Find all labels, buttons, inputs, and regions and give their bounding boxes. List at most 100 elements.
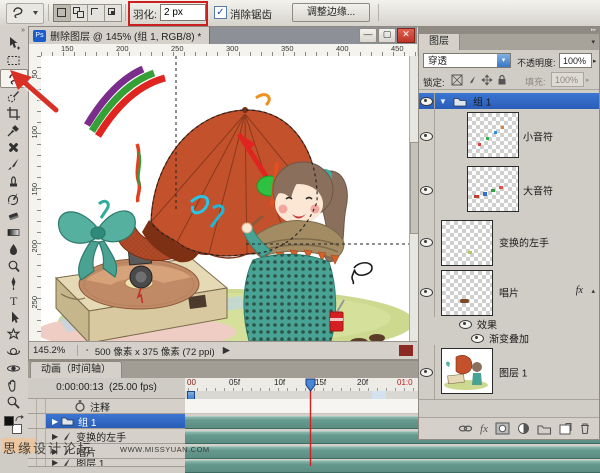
ruler-label: 150 [61, 44, 74, 53]
tool-pen[interactable] [0, 275, 26, 292]
zoom-level[interactable]: 145.2% [29, 345, 78, 356]
layer-thumbnail[interactable] [441, 220, 493, 266]
lock-all-icon[interactable] [496, 74, 508, 86]
layer-style-icon[interactable]: fx [480, 423, 488, 435]
tool-brush[interactable] [0, 156, 26, 173]
feather-highlight-box [128, 1, 208, 26]
eye-icon[interactable] [420, 186, 433, 195]
visibility-toggle[interactable] [419, 163, 435, 217]
timeline-row-comments[interactable]: 注释 [28, 399, 185, 414]
tool-3d-rotate[interactable] [0, 343, 26, 360]
document-tab-bar: Ps 删除图层 @ 145% (组 1, RGB/8) * — ▢ ✕ [29, 27, 417, 44]
opacity-value-box[interactable]: 100% [559, 53, 592, 68]
lock-pixels-icon[interactable] [466, 74, 478, 86]
eye-icon[interactable] [420, 238, 433, 247]
visibility-toggle[interactable] [419, 345, 435, 399]
blend-mode-select[interactable]: 穿透▾ [423, 53, 511, 68]
expand-triangle-icon[interactable]: ▶ [52, 417, 58, 426]
eye-icon[interactable] [420, 132, 433, 141]
timeline-row-label: 组 1 [78, 414, 96, 429]
expand-triangle-icon[interactable]: ▶ [52, 459, 58, 467]
collapse-triangle-icon[interactable]: ▼ [439, 97, 447, 106]
eye-icon[interactable] [420, 288, 433, 297]
layers-tab[interactable]: 图层 [419, 34, 460, 50]
mode-new-selection-button[interactable] [53, 4, 71, 22]
mode-add-selection-button[interactable] [70, 4, 88, 22]
duration-bar-layer1[interactable] [185, 460, 600, 473]
panel-menu-icon[interactable]: ▾ [591, 38, 595, 46]
canvas[interactable] [41, 56, 409, 341]
maximize-button[interactable]: ▢ [378, 28, 396, 43]
mode-intersect-selection-button[interactable] [104, 4, 122, 22]
eye-icon[interactable] [420, 97, 433, 106]
document-tab[interactable]: Ps 删除图层 @ 145% (组 1, RGB/8) * [29, 27, 210, 44]
tool-blur[interactable] [0, 241, 26, 258]
tool-zoom[interactable] [0, 394, 26, 411]
opacity-arrow-icon[interactable]: ▸ [593, 57, 597, 65]
swap-colors-icon[interactable] [15, 414, 25, 423]
tool-hand[interactable] [0, 377, 26, 394]
lock-position-icon[interactable] [481, 74, 493, 86]
playhead[interactable] [304, 378, 317, 466]
layer-thumbnail[interactable] [467, 112, 519, 158]
timeline-row-layer1[interactable]: ▶ 图层 1 [28, 459, 185, 467]
tool-clone-stamp[interactable] [0, 173, 26, 190]
ruler-label: 200 [116, 44, 129, 53]
panel-dock-header[interactable]: ▸▸ [419, 27, 599, 34]
layer-row-layer1[interactable]: 图层 1 [419, 345, 599, 400]
minimize-button[interactable]: — [359, 28, 377, 43]
tool-3d-orbit[interactable] [0, 360, 26, 377]
select-arrow-icon[interactable]: ▾ [497, 54, 510, 67]
visibility-toggle[interactable] [419, 109, 435, 163]
timeline-tab[interactable]: 动画（时间轴） [30, 361, 122, 378]
layer-thumbnail[interactable] [467, 166, 519, 212]
layer-thumbnail[interactable] [441, 270, 493, 316]
ruler-label: 450 [391, 44, 404, 53]
visibility-toggle[interactable] [419, 93, 435, 109]
layer-fx-badge[interactable]: fx [576, 285, 583, 296]
eye-icon[interactable] [420, 368, 433, 377]
lasso-tool-preset[interactable] [6, 3, 44, 24]
new-group-icon[interactable] [537, 423, 552, 435]
tool-eraser[interactable] [0, 207, 26, 224]
tool-rectangular-marquee[interactable] [0, 52, 26, 69]
adjustment-layer-icon[interactable] [517, 422, 530, 435]
timecode-value[interactable]: 0:00:00:13 [56, 382, 103, 393]
tool-path-selection[interactable] [0, 309, 26, 326]
layer-row-group1[interactable]: ▼ 组 1 [419, 93, 599, 110]
vertical-scrollbar[interactable] [409, 56, 418, 341]
tool-gradient[interactable] [0, 224, 26, 241]
layer-row-record[interactable]: 唱片 fx ▴ [419, 267, 599, 318]
color-swatches[interactable] [4, 416, 22, 434]
mode-subtract-selection-button[interactable] [87, 4, 105, 22]
layer-row-gradient-overlay[interactable]: 渐变叠加 [419, 331, 599, 346]
layer-thumbnail[interactable] [441, 348, 493, 394]
stopwatch-icon[interactable] [74, 400, 86, 412]
antialias-checkbox[interactable]: ✓ [214, 6, 227, 19]
tool-history-brush[interactable] [0, 190, 26, 207]
status-arrow-icon[interactable]: ▶ [223, 345, 230, 356]
close-button[interactable]: ✕ [397, 28, 415, 43]
visibility-toggle[interactable] [419, 267, 435, 317]
visibility-toggle[interactable] [419, 217, 435, 267]
new-layer-icon[interactable] [559, 423, 572, 435]
tool-move[interactable] [0, 35, 26, 52]
link-layers-icon[interactable] [458, 422, 473, 435]
tool-spot-healing-brush[interactable] [0, 139, 26, 156]
layer-mask-icon[interactable] [495, 422, 510, 435]
tool-custom-shape[interactable] [0, 326, 26, 343]
layer-row-dayinfu[interactable]: 大音符 [419, 163, 599, 218]
refine-edge-button[interactable]: 调整边缘... [292, 3, 370, 22]
tool-type[interactable]: T [0, 292, 26, 309]
tool-dodge[interactable] [0, 258, 26, 275]
fx-collapse-icon[interactable]: ▴ [591, 287, 595, 295]
lock-transparency-icon[interactable] [451, 74, 463, 86]
delete-layer-icon[interactable] [579, 422, 591, 435]
duration-bar-record[interactable] [185, 446, 600, 459]
layer-row-xiaoyinfu[interactable]: 小音符 [419, 109, 599, 164]
layer-row-lefthand[interactable]: 变换的左手 [419, 217, 599, 268]
brush-icon [61, 459, 72, 467]
tool-eyedropper[interactable] [0, 122, 26, 139]
timeline-row-group1[interactable]: ▶ 组 1 [28, 414, 185, 429]
toolbox-collapse-icon[interactable]: » [0, 26, 28, 35]
